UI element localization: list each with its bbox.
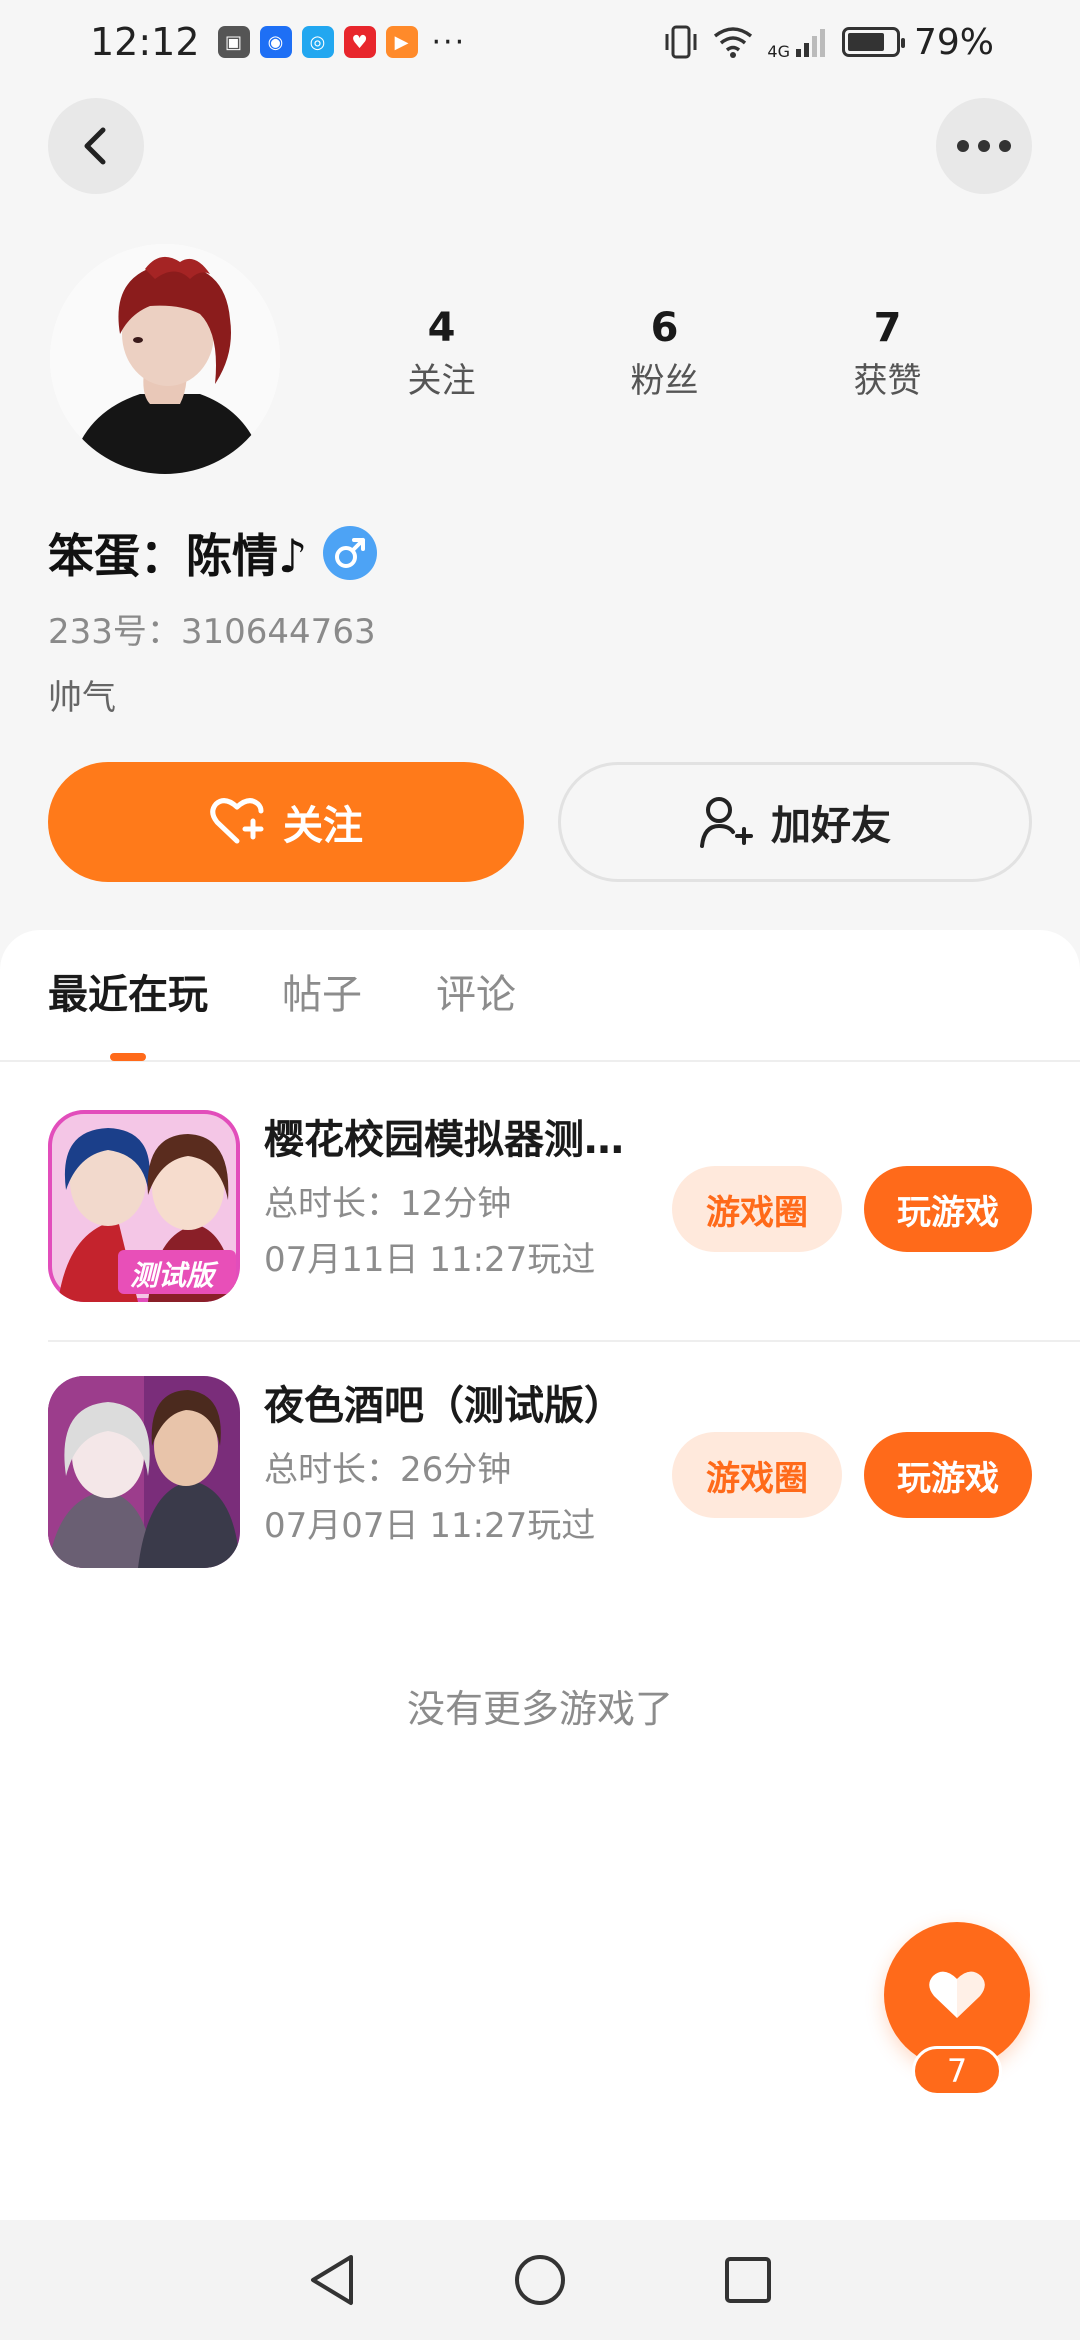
home-circle-icon[interactable]	[513, 2253, 567, 2307]
stat-label: 获赞	[853, 361, 922, 401]
user-id: 233号：310644763	[48, 612, 376, 652]
bulb-app-icon: ◉	[259, 26, 292, 58]
tab-posts[interactable]: 帖子	[282, 929, 362, 1061]
user-name: 笨蛋：陈情♪	[48, 529, 308, 583]
tab-bar: 最近在玩 帖子 评论	[0, 930, 1080, 1062]
play-app-icon: ▶	[385, 26, 418, 58]
name-row: 笨蛋：陈情♪	[48, 520, 378, 586]
follow-button-label: 关注	[283, 803, 363, 849]
more-options-button[interactable]	[936, 98, 1032, 194]
tab-comments[interactable]: 评论	[436, 929, 516, 1061]
game-circle-button[interactable]: 游戏圈	[672, 1432, 842, 1518]
heart-app-icon: ♥	[343, 26, 376, 58]
heart-icon	[929, 1971, 985, 2018]
game-title: 夜色酒吧（测试版）	[264, 1383, 624, 1429]
game-duration: 总时长：12分钟	[264, 1184, 512, 1224]
profile-screen: 12:12 ▣ ◉ ◎ ♥ ▶ ··· 4G 79% 4 关注 6 粉丝 7 获…	[0, 0, 1080, 2340]
add-friend-button[interactable]: 加好友	[558, 762, 1032, 882]
game-list-item[interactable]: 夜色酒吧（测试版） 总时长：26分钟 07月07日 11:27玩过 游戏圈 玩游…	[48, 1376, 1032, 1576]
divider	[48, 1340, 1080, 1342]
heart-plus-icon	[210, 798, 264, 844]
male-icon	[323, 526, 378, 580]
game-badge: 测试版	[130, 1259, 215, 1292]
follow-button[interactable]: 关注	[48, 762, 524, 882]
stat-label: 关注	[407, 361, 476, 401]
game-icon[interactable]: 测试版	[48, 1110, 240, 1302]
avatar-illustration	[50, 244, 280, 474]
game-last-played: 07月07日 11:27玩过	[264, 1506, 596, 1546]
more-notifications-icon: ···	[431, 24, 467, 60]
stat-likes[interactable]: 7 获赞	[776, 300, 999, 406]
status-bar: 12:12 ▣ ◉ ◎ ♥ ▶ ··· 4G 79%	[0, 0, 1080, 84]
wifi-icon	[714, 27, 753, 58]
stat-label: 粉丝	[630, 361, 699, 401]
battery-level	[847, 33, 885, 51]
profile-stats: 4 关注 6 粉丝 7 获赞	[330, 300, 1010, 406]
stat-value: 6	[650, 305, 679, 351]
back-button[interactable]	[48, 98, 144, 194]
game-title: 樱花校园模拟器测…	[264, 1117, 624, 1163]
like-count-badge: 7	[912, 2046, 1002, 2096]
more-dots-icon	[957, 140, 1011, 152]
add-user-icon	[700, 797, 753, 848]
app-notification-icon: ▣	[217, 26, 250, 58]
recents-square-icon[interactable]	[723, 2255, 773, 2305]
stat-value: 7	[873, 305, 902, 351]
add-friend-label: 加好友	[771, 803, 891, 849]
game-list-item[interactable]: 测试版 樱花校园模拟器测… 总时长：12分钟 07月11日 11:27玩过 游戏…	[48, 1110, 1032, 1310]
play-game-button[interactable]: 玩游戏	[864, 1432, 1032, 1518]
stat-value: 4	[427, 305, 456, 351]
chevron-left-icon	[84, 127, 106, 165]
game-last-played: 07月11日 11:27玩过	[264, 1240, 596, 1280]
stat-following[interactable]: 4 关注	[330, 300, 553, 406]
back-triangle-icon[interactable]	[307, 2253, 357, 2307]
game-icon[interactable]	[48, 1376, 240, 1568]
avatar[interactable]	[50, 244, 280, 474]
search-app-icon: ◎	[301, 26, 334, 58]
game-duration: 总时长：26分钟	[264, 1450, 512, 1490]
battery-percent: 79%	[913, 21, 994, 63]
status-time: 12:12	[90, 20, 200, 64]
no-more-games-text: 没有更多游戏了	[406, 1687, 673, 1731]
play-game-button[interactable]: 玩游戏	[864, 1166, 1032, 1252]
signal-icon	[795, 29, 825, 57]
user-bio: 帅气	[48, 678, 116, 718]
game-circle-button[interactable]: 游戏圈	[672, 1166, 842, 1252]
tab-recently-played[interactable]: 最近在玩	[48, 929, 208, 1061]
stat-followers[interactable]: 6 粉丝	[553, 300, 776, 406]
battery-icon	[841, 27, 905, 57]
vibrate-icon	[665, 25, 697, 59]
system-navigation-bar	[0, 2220, 1080, 2340]
network-type: 4G	[767, 41, 790, 61]
